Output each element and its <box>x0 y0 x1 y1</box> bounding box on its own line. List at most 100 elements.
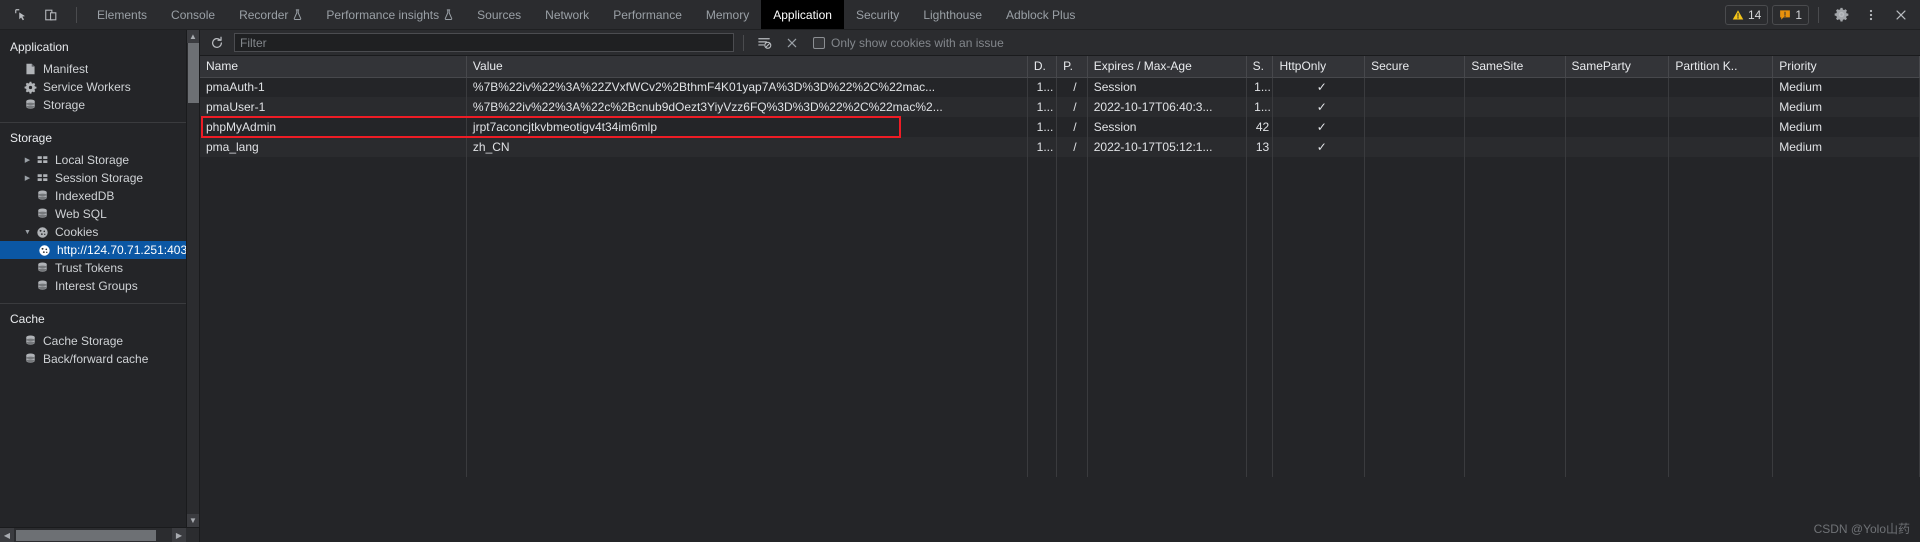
column-header-expires-max-age[interactable]: Expires / Max-Age <box>1087 56 1247 78</box>
tab-memory[interactable]: Memory <box>694 0 761 29</box>
database-icon <box>34 279 51 293</box>
gear-icon[interactable] <box>1828 3 1854 27</box>
sidebar-item-service-workers[interactable]: Service Workers <box>0 78 199 96</box>
cell-priority: Medium <box>1772 137 1920 157</box>
cookies-table-container: Name Value D. P. Expires / Max-Age S. HttpOnly… <box>200 56 1920 542</box>
sidebar-item-http-124-70-71-251-403[interactable]: http://124.70.71.251:403 <box>0 241 199 259</box>
cell-domain: 1... <box>1027 77 1058 97</box>
sidebar-section-cache: Cache <box>10 312 45 326</box>
tab-network[interactable]: Network <box>533 0 601 29</box>
sidebar-item-web-sql[interactable]: ▶Web SQL <box>0 205 199 223</box>
scroll-up-arrow-icon[interactable]: ▲ <box>187 30 199 43</box>
devtools-tabbar: Elements Console Recorder Performance insig… <box>0 0 1920 30</box>
cell-domain: 1... <box>1027 97 1058 117</box>
sidebar-item-manifest[interactable]: Manifest <box>0 60 199 78</box>
sidebar-item-label: Service Workers <box>43 80 131 94</box>
column-header-samesite[interactable]: SameSite <box>1464 56 1566 78</box>
database-icon <box>22 334 39 348</box>
table-row[interactable]: pmaAuth-1 %7B%22iv%22%3A%22ZVxfWCv2%2Bthm… <box>200 77 1920 97</box>
tab-sources[interactable]: Sources <box>465 0 533 29</box>
sidebar-item-storage[interactable]: Storage <box>0 96 199 114</box>
column-header-secure[interactable]: Secure <box>1364 56 1466 78</box>
tab-performance[interactable]: Performance <box>601 0 694 29</box>
cell-sameparty <box>1565 97 1670 117</box>
sidebar-cache-items: Cache Storage Back/forward cache <box>0 332 199 368</box>
column-header-p[interactable]: P. <box>1056 56 1088 78</box>
chevron-down-icon[interactable]: ▼ <box>22 229 33 236</box>
sidebar-vertical-scrollbar[interactable]: ▲ ▼ <box>186 30 199 527</box>
tab-adblock-plus[interactable]: Adblock Plus <box>994 0 1087 29</box>
column-header-priority[interactable]: Priority <box>1772 56 1920 78</box>
manifest-document-icon <box>22 62 39 76</box>
column-header-partition-k[interactable]: Partition K.. <box>1668 56 1774 78</box>
tab-elements[interactable]: Elements <box>85 0 159 29</box>
sidebar-item-trust-tokens[interactable]: ▶Trust Tokens <box>0 259 199 277</box>
sidebar-item-label: Back/forward cache <box>43 352 149 366</box>
sidebar-item-indexeddb[interactable]: ▶IndexedDB <box>0 187 199 205</box>
cell-value: jrpt7aconcjtkvbmeotigv4t34im6mlp <box>466 117 1028 137</box>
column-header-d[interactable]: D. <box>1027 56 1058 78</box>
kebab-menu-icon[interactable] <box>1858 3 1884 27</box>
tab-console[interactable]: Console <box>159 0 227 29</box>
tab-recorder[interactable]: Recorder <box>227 0 314 29</box>
sidebar-item-session-storage[interactable]: ▶ Session Storage <box>0 169 199 187</box>
cell-samesite <box>1464 97 1566 117</box>
only-issues-checkbox[interactable] <box>813 36 825 49</box>
cell-name: pmaUser-1 <box>200 97 467 117</box>
cell-path: / <box>1056 117 1088 137</box>
tab-label: Performance insights <box>326 7 440 22</box>
cell-value: %7B%22iv%22%3A%22c%2Bcnub9dOezt3YiyVzz6F… <box>466 97 1028 117</box>
column-header-name[interactable]: Name <box>200 56 467 78</box>
sidebar-item-cache-storage[interactable]: Cache Storage <box>0 332 199 350</box>
issue-badge[interactable]: 1 <box>1772 4 1809 25</box>
hscrollbar-thumb[interactable] <box>16 530 156 541</box>
device-toggle-icon[interactable] <box>38 3 64 27</box>
column-header-httponly[interactable]: HttpOnly <box>1272 56 1366 78</box>
inspect-cursor-icon[interactable] <box>8 3 34 27</box>
only-issues-checkbox-row[interactable]: Only show cookies with an issue <box>813 36 1004 50</box>
sidebar-item-label: Session Storage <box>55 171 144 185</box>
refresh-icon[interactable] <box>206 33 228 53</box>
clear-all-cookies-icon[interactable] <box>781 33 803 53</box>
sidebar-item-label: Storage <box>43 98 86 112</box>
sidebar-item-local-storage[interactable]: ▶ Local Storage <box>0 151 199 169</box>
cell-value: zh_CN <box>466 137 1028 157</box>
scroll-down-arrow-icon[interactable]: ▼ <box>187 514 199 527</box>
filter-input[interactable] <box>234 33 734 52</box>
sidebar-horizontal-scrollbar[interactable]: ◀ ▶ <box>0 527 199 542</box>
tab-lighthouse[interactable]: Lighthouse <box>911 0 994 29</box>
tab-label: Network <box>545 7 590 22</box>
column-header-s[interactable]: S. <box>1246 56 1274 78</box>
filler-cell <box>1027 157 1058 477</box>
scrollbar-thumb[interactable] <box>188 43 199 103</box>
cell-priority: Medium <box>1772 77 1920 97</box>
close-icon[interactable] <box>1888 3 1914 27</box>
tab-application[interactable]: Application <box>761 0 844 29</box>
cookie-icon <box>36 243 53 257</box>
scroll-right-arrow-icon[interactable]: ▶ <box>172 527 186 542</box>
sidebar-item-back-forward-cache[interactable]: Back/forward cache <box>0 350 199 368</box>
warning-badge[interactable]: 14 <box>1724 4 1769 25</box>
table-row[interactable]: pma_lang zh_CN 1.../2022-10-17T05:12:1... 1… <box>200 137 1920 157</box>
cell-partitionkey <box>1668 117 1774 137</box>
issue-count: 1 <box>1795 7 1802 22</box>
tab-label: Elements <box>97 7 148 22</box>
cell-samesite <box>1464 137 1566 157</box>
chevron-right-icon[interactable]: ▶ <box>22 156 33 164</box>
tab-label: Security <box>855 7 900 22</box>
column-header-value[interactable]: Value <box>466 56 1028 78</box>
table-row[interactable]: phpMyAdmin jrpt7aconcjtkvbmeotigv4t34im6m… <box>200 117 1920 137</box>
cell-expires: Session <box>1087 117 1247 137</box>
scroll-left-arrow-icon[interactable]: ◀ <box>0 527 14 542</box>
clear-filtered-icon[interactable] <box>753 33 775 53</box>
sidebar-item-interest-groups[interactable]: ▶Interest Groups <box>0 277 199 295</box>
tab-performance-insights[interactable]: Performance insights <box>314 0 465 29</box>
column-header-sameparty[interactable]: SameParty <box>1565 56 1670 78</box>
tab-security[interactable]: Security <box>844 0 911 29</box>
table-row[interactable]: pmaUser-1 %7B%22iv%22%3A%22c%2Bcnub9dOezt… <box>200 97 1920 117</box>
cell-samesite <box>1464 77 1566 97</box>
tab-label: Adblock Plus <box>1006 7 1076 22</box>
sidebar-item-cookies[interactable]: ▼ Cookies <box>0 223 199 241</box>
chevron-right-icon[interactable]: ▶ <box>22 174 33 182</box>
filler-cell <box>1668 157 1774 477</box>
